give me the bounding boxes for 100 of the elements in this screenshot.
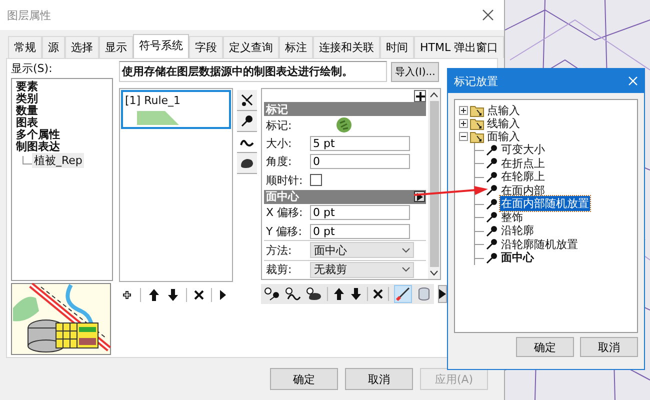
tab[interactable]: 符号系统 [133,34,189,58]
tree-branch-icon [474,142,484,157]
tab[interactable]: 源 [42,36,65,58]
property-input[interactable]: 5 pt [310,136,410,152]
pin-icon [486,238,498,250]
add-fill-icon[interactable] [306,287,322,301]
add-marker-icon[interactable] [264,287,280,301]
tree-item[interactable]: 可变大小 [500,142,546,158]
tab[interactable]: 定义查询 [223,36,279,58]
property-label: 角度: [266,154,293,170]
property-dropdown[interactable]: 面中心 [310,242,414,258]
up-arrow-icon[interactable] [148,288,160,302]
tab[interactable]: 选择 [65,36,99,58]
pin-icon [486,211,498,224]
tree-item[interactable]: 在折点上 [500,156,546,171]
rule-item[interactable]: [1] Rule_1 [121,90,231,129]
tree-item[interactable]: 线输入 [486,116,521,131]
dialog-button[interactable]: 确定 [516,337,574,357]
renderer-subitem[interactable]: 植被_Rep [32,153,84,168]
add-icon[interactable] [121,289,133,301]
tree-item[interactable]: 面中心 [500,250,535,266]
property-input[interactable]: 0 pt [310,205,410,220]
dialog-button[interactable]: 取消 [580,337,638,357]
property-label: 大小: [266,136,293,152]
pin-icon [486,170,498,183]
tree-branch-icon [474,210,484,224]
chevron-down-icon [402,248,410,253]
section-title: 标记 [266,102,288,116]
dialog-button[interactable]: 确定 [270,368,338,390]
property-label: 标记: [266,118,293,133]
tree-item[interactable]: 在轮廓上 [500,169,546,184]
delete-icon[interactable] [373,289,383,299]
tree-item[interactable]: 在面内部 [500,182,546,198]
window-title: 图层属性 [7,8,51,22]
folder-icon [470,130,484,142]
tree-branch-icon [474,196,484,211]
pin-icon [486,157,498,170]
scroll-down-icon[interactable] [430,270,438,276]
tab[interactable]: 常规 [8,36,42,58]
chevron-down-icon [402,267,410,272]
play-icon[interactable] [219,290,227,300]
tree-branch-icon [474,237,484,252]
scrollbar[interactable] [428,89,440,279]
tab[interactable]: 显示 [99,36,133,58]
tree-branch-icon [474,250,484,265]
tab[interactable]: 字段 [189,36,223,58]
renderer-item[interactable]: 制图表达 [16,141,60,153]
renderer-item[interactable]: 类别 [16,93,38,105]
tree-item[interactable]: 在面内部随机放置 [500,196,590,212]
fill-shape-icon[interactable] [240,156,254,170]
play-button[interactable] [438,285,447,303]
property-label: 顺时针: [266,172,304,188]
tree-symbol-icon[interactable] [336,117,352,134]
renderer-item[interactable]: 多个属性 [16,129,60,141]
add-stroke-icon[interactable] [285,287,301,301]
expand-icon[interactable] [459,106,468,115]
add-property-button[interactable] [414,90,426,102]
pin-icon [486,184,498,196]
delete-icon[interactable] [194,290,204,300]
tree-item[interactable]: 沿轮廓随机放置 [500,236,579,252]
database-icon[interactable] [417,287,431,301]
renderer-item[interactable]: 要素 [16,81,38,93]
show-label: 显示(S): [11,61,54,76]
dialog-title: 标记放置 [454,74,498,88]
property-input[interactable]: 0 [310,154,410,170]
tab[interactable]: 时间 [380,36,414,58]
scroll-up-icon[interactable] [430,92,438,98]
section-title: 面中心 [266,189,299,204]
property-dropdown[interactable]: 无裁剪 [310,262,414,278]
renderer-item[interactable]: 图表 [16,117,38,129]
expand-icon[interactable] [459,119,468,128]
property-input[interactable]: 0 pt [310,224,410,239]
tree-branch-icon [474,224,484,238]
tree-branch-icon [474,156,484,170]
close-icon[interactable] [482,9,494,21]
import-button[interactable]: 导入(I)... [391,62,440,82]
property-label: 裁剪: [266,262,293,278]
tab[interactable]: 连接和关联 [313,36,380,58]
tree-item[interactable]: 沿轮廓 [500,223,535,238]
down-arrow-icon[interactable] [167,288,179,302]
collapse-icon[interactable] [459,132,468,141]
pin-icon [486,198,498,210]
tree-item[interactable]: 面输入 [486,129,521,144]
tab[interactable]: HTML 弹出窗口 [414,36,504,58]
pin-icon [486,252,498,264]
description-text: 使用存储在图层数据源中的制图表达进行绘制。 [119,61,387,82]
checkbox[interactable] [310,174,322,186]
folder-icon [470,104,484,116]
down-arrow-icon[interactable] [350,287,362,301]
property-label: 方法: [266,242,293,258]
pin-icon[interactable] [240,114,254,128]
property-label: X 偏移: [266,205,304,220]
tree-item[interactable]: 点输入 [486,103,521,118]
tree-item[interactable]: 整饰 [500,210,524,225]
tab[interactable]: 标注 [279,36,313,58]
up-arrow-icon[interactable] [333,287,345,301]
brush-button[interactable] [394,285,412,303]
marker-layer-icon[interactable] [240,93,254,107]
dialog-button[interactable]: 取消 [345,368,413,390]
renderer-item[interactable]: 数量 [16,105,38,117]
